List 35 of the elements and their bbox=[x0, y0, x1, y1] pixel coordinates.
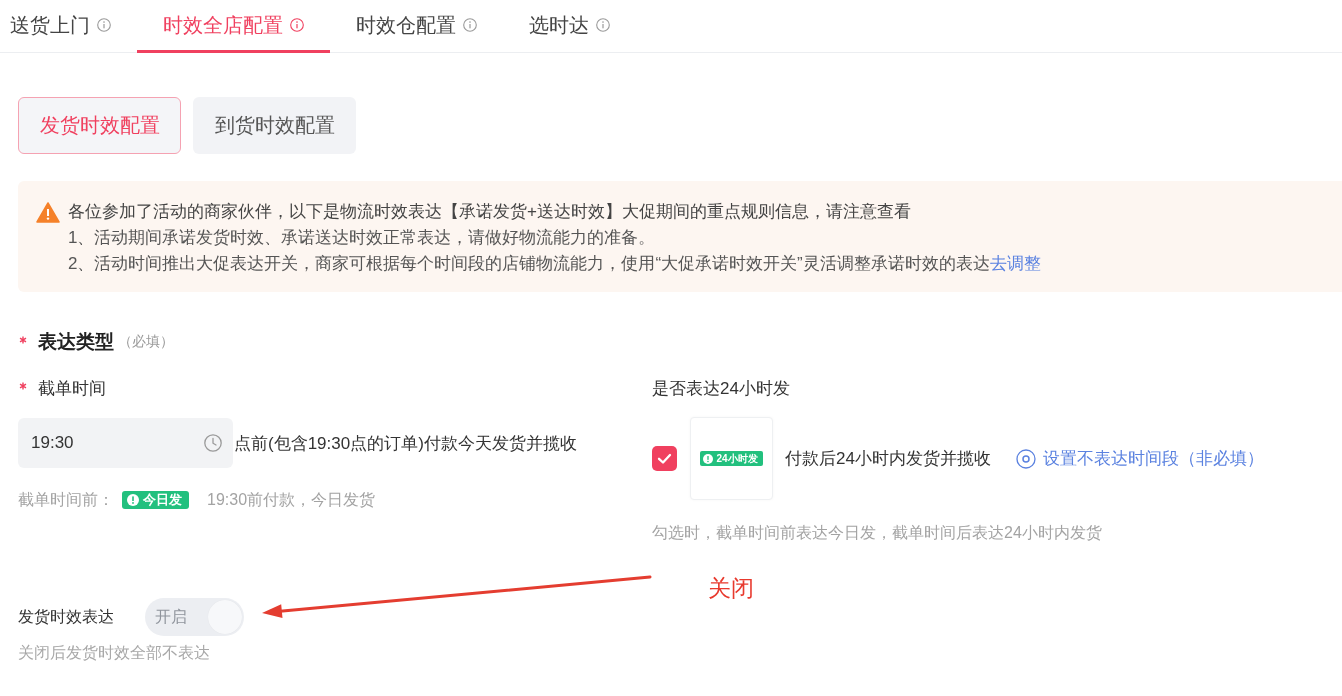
tag-text: 24小时发 bbox=[716, 451, 758, 466]
set-period-link[interactable]: 设置不表达时间段（非必填） bbox=[1015, 447, 1264, 470]
tab[interactable]: 时效仓配置 bbox=[330, 0, 503, 53]
clock-icon bbox=[204, 434, 222, 452]
hint-text: 勾选时，截单时间前表达今日发，截单时间后表达24小时内发货 bbox=[652, 523, 1102, 543]
section-title: 表达类型 bbox=[38, 330, 114, 354]
notice-text: 2、活动时间推出大促表达开关，商家可根据每个时间段的店铺物流能力，使用“大促承诺时效开关”灵活调整承诺时效的表达去调整 bbox=[68, 253, 1041, 275]
notice-text: 各位参加了活动的商家伙伴，以下是物流时效表达【承诺发货+送达时效】大促期间的重点规则信息，请注意查看 bbox=[68, 201, 912, 223]
notice-text: 1、活动期间承诺发货时效、承诺送达时效正常表达，请做好物流能力的准备。 bbox=[68, 227, 657, 249]
tab[interactable]: 送货上门 bbox=[0, 0, 137, 53]
hint-text: 关闭后发货时效全部不表达 bbox=[18, 643, 210, 663]
hint-text: 19:30前付款，今日发货 bbox=[207, 489, 376, 510]
tab[interactable]: 选时达 bbox=[503, 0, 636, 53]
info-icon bbox=[463, 18, 477, 32]
segment-tab[interactable]: 发货时效配置 bbox=[18, 97, 181, 154]
required-note: （必填） bbox=[118, 333, 174, 351]
circle-dot-icon bbox=[1015, 448, 1036, 469]
tab[interactable]: 时效全店配置 bbox=[137, 0, 330, 53]
field-text: 点前(包含19:30点的订单)付款今天发货并揽收 bbox=[234, 432, 577, 455]
warning-icon bbox=[36, 202, 60, 223]
hint-label: 截单时间前： bbox=[18, 489, 114, 510]
segment-tab[interactable]: 到货时效配置 bbox=[193, 97, 356, 154]
adjust-link[interactable]: 去调整 bbox=[989, 254, 1041, 273]
tag-text: 今日发 bbox=[143, 491, 182, 509]
checkbox[interactable] bbox=[652, 446, 677, 471]
info-icon bbox=[290, 18, 304, 32]
field-label: 是否表达24小时发 bbox=[652, 377, 790, 400]
field-label: 截单时间 bbox=[38, 377, 106, 400]
section-title: 发货时效表达 bbox=[18, 606, 114, 627]
exclamation-icon bbox=[127, 494, 139, 506]
info-icon bbox=[97, 18, 111, 32]
info-icon bbox=[596, 18, 610, 32]
annotation-label: 关闭 bbox=[708, 574, 754, 603]
time-field[interactable]: 19:30 bbox=[18, 418, 233, 468]
checkbox-label: 付款后24小时内发货并揽收 bbox=[785, 448, 991, 470]
